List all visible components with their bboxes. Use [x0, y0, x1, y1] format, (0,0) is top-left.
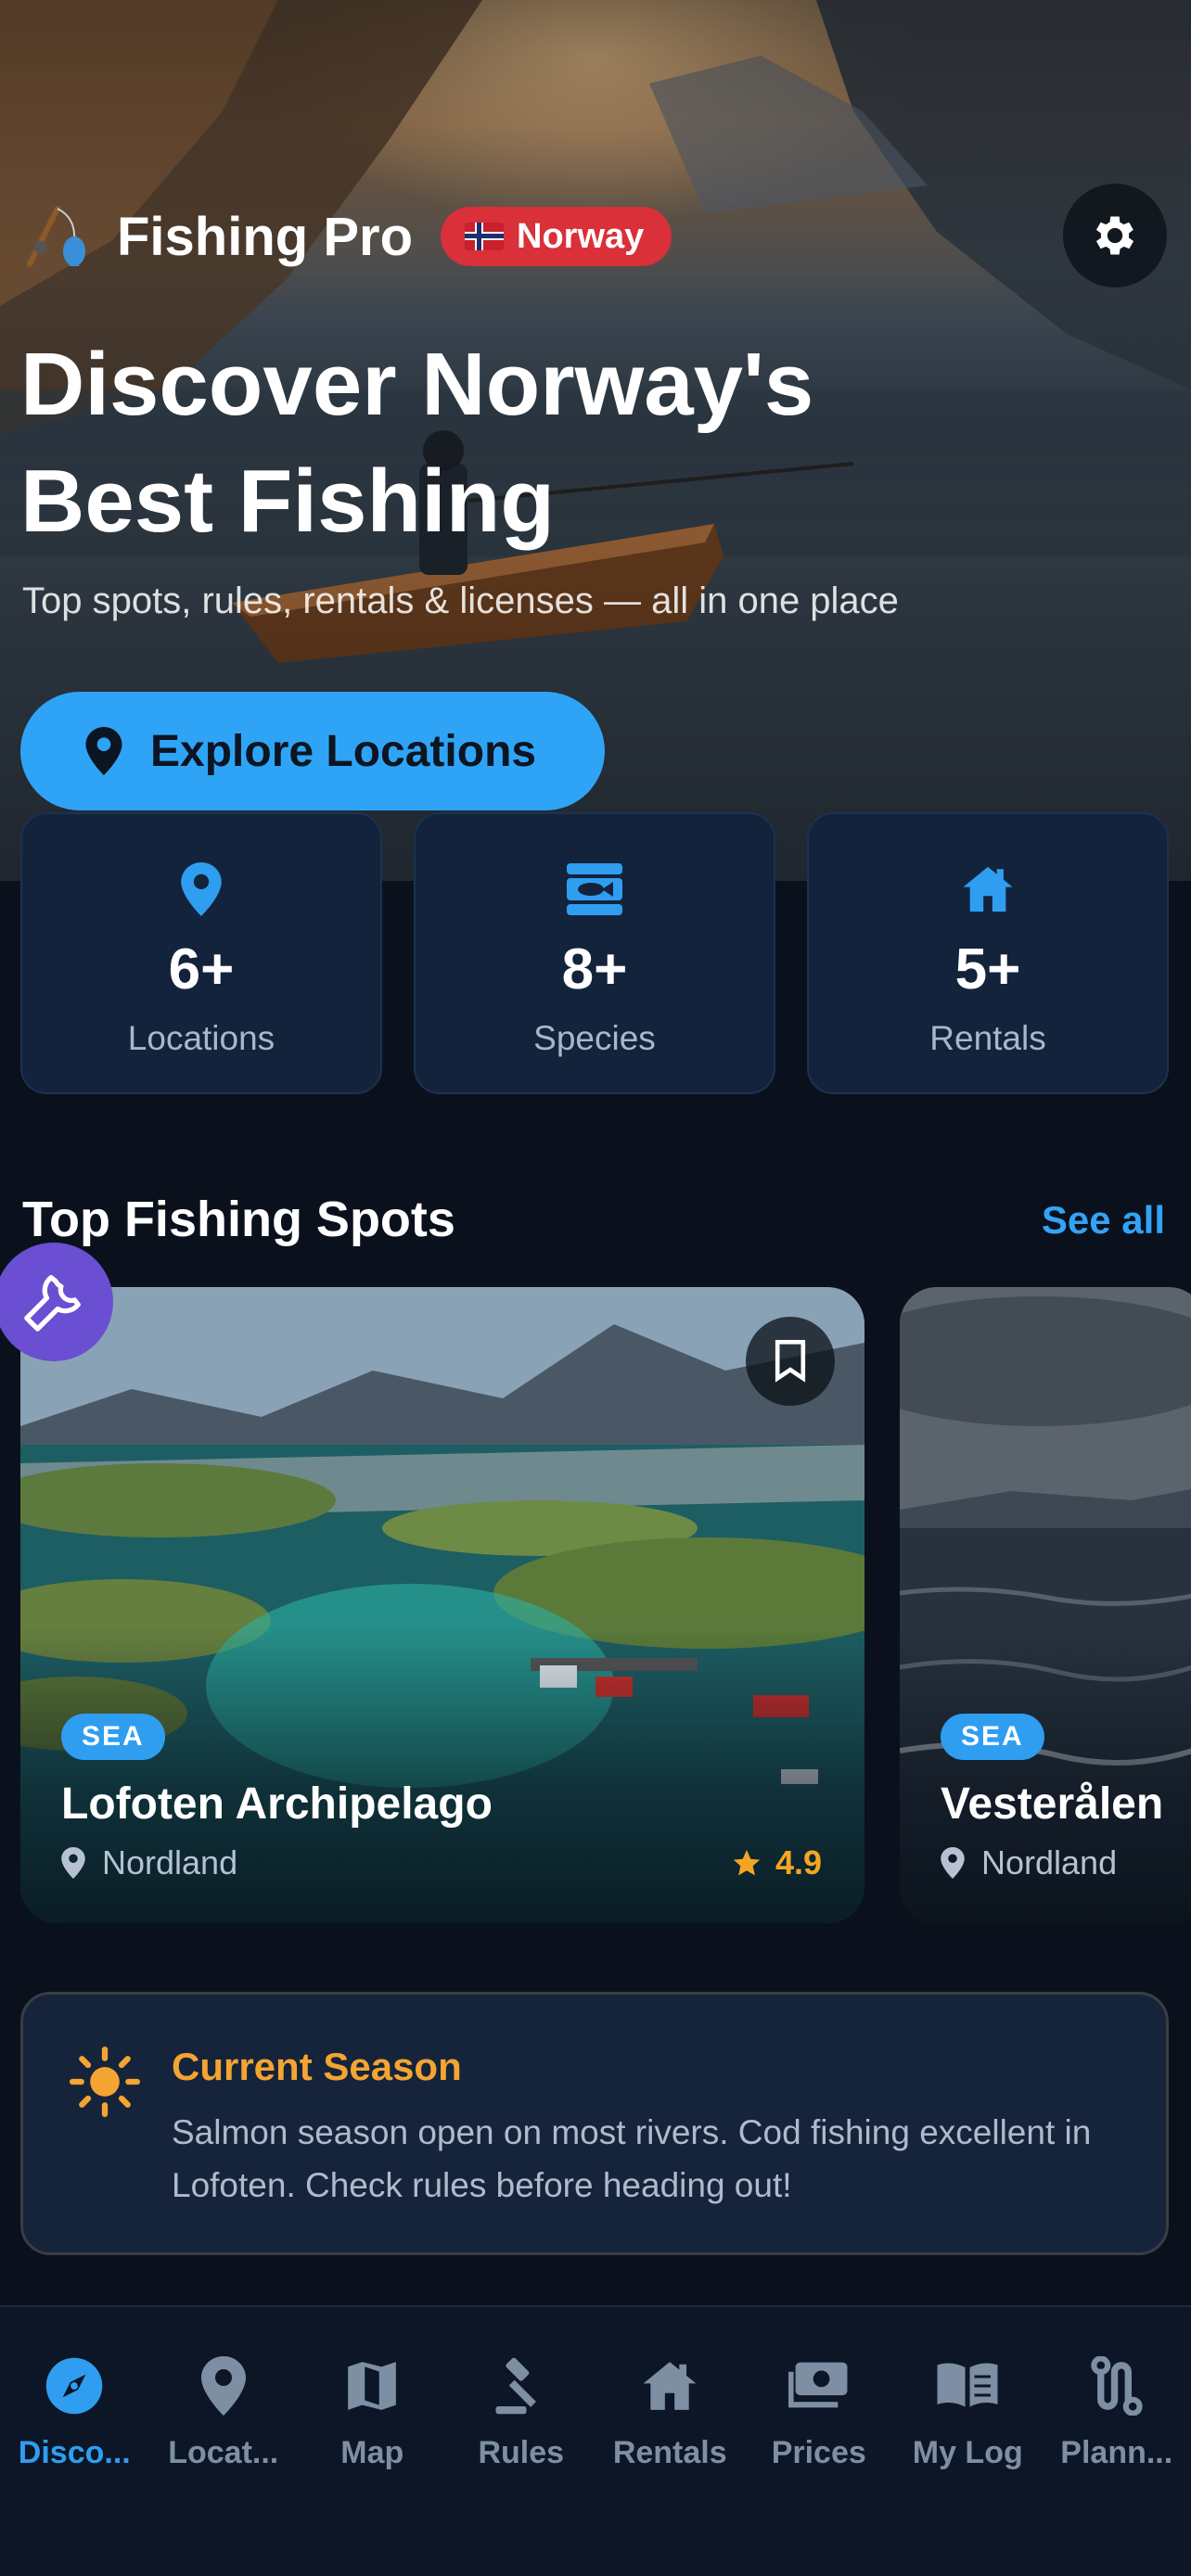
map-icon: [339, 2353, 404, 2418]
star-icon: [733, 1849, 761, 1876]
app-title: Fishing Pro: [117, 206, 413, 267]
spot-region: Nordland: [941, 1843, 1117, 1882]
tab-label: My Log: [912, 2435, 1023, 2470]
hero-title: Discover Norway's Best Fishing: [20, 335, 814, 551]
tab-label: Locat...: [168, 2435, 279, 2470]
book-icon: [935, 2353, 1000, 2418]
spot-region: Nordland: [61, 1843, 237, 1882]
location-pin-icon: [181, 862, 222, 916]
tab-map[interactable]: Map: [298, 2307, 447, 2493]
tab-rules[interactable]: Rules: [447, 2307, 596, 2493]
tab-label: Disco...: [18, 2435, 131, 2470]
season-title: Current Season: [172, 2045, 462, 2088]
spot-name: Lofoten Archipelago: [61, 1779, 493, 1829]
gear-icon: [1095, 216, 1134, 255]
stat-label: Species: [533, 1019, 656, 1057]
stat-value: 6+: [168, 937, 235, 1001]
tab-planner[interactable]: Plann...: [1043, 2307, 1191, 2493]
water-type-badge: SEA: [941, 1714, 1044, 1760]
tab-rentals[interactable]: Rentals: [596, 2307, 745, 2493]
sun-icon: [70, 2047, 140, 2117]
settings-button[interactable]: [1063, 184, 1167, 287]
section-title-top-spots: Top Fishing Spots: [22, 1192, 455, 1247]
tab-label: Plann...: [1060, 2435, 1173, 2470]
discover-screen: Fishing Pro Norway Discover Norway's Bes…: [0, 0, 1191, 2576]
location-pin-icon: [941, 1847, 965, 1879]
tab-label: Prices: [771, 2435, 866, 2470]
tab-label: Rules: [478, 2435, 565, 2470]
tab-discover[interactable]: Disco...: [0, 2307, 149, 2493]
tools-button[interactable]: [0, 1243, 113, 1361]
spot-rating-value: 4.9: [775, 1843, 822, 1881]
stat-label: Locations: [127, 1019, 275, 1057]
gavel-icon: [489, 2353, 554, 2418]
stat-card-species[interactable]: 8+ Species: [414, 812, 775, 1094]
spot-card[interactable]: SEA Vesterålen Nordland: [900, 1287, 1191, 1923]
explore-locations-button[interactable]: Explore Locations: [20, 692, 605, 810]
spot-rating: 4.9: [731, 1843, 822, 1882]
hero-subtitle: Top spots, rules, rentals & licenses — a…: [22, 580, 899, 621]
compass-icon: [42, 2353, 107, 2418]
fish-icon: [567, 863, 622, 915]
stat-value: 8+: [561, 937, 628, 1001]
money-icon: [787, 2353, 852, 2418]
tab-prices[interactable]: Prices: [745, 2307, 894, 2493]
see-all-link[interactable]: See all: [1042, 1198, 1165, 1243]
tab-label: Rentals: [612, 2435, 727, 2470]
route-icon: [1084, 2353, 1149, 2418]
country-label: Norway: [517, 216, 645, 256]
wrench-icon: [24, 1275, 81, 1332]
norway-flag-icon: [465, 223, 504, 250]
water-type-badge: SEA: [61, 1714, 165, 1760]
stat-card-rentals[interactable]: 5+ Rentals: [807, 812, 1169, 1094]
tab-label: Map: [340, 2435, 404, 2470]
app-header: Fishing Pro Norway: [20, 195, 672, 278]
stat-value: 5+: [954, 937, 1021, 1001]
location-pin-icon: [191, 2353, 256, 2418]
tab-my-log[interactable]: My Log: [893, 2307, 1043, 2493]
bookmark-icon: [775, 1340, 806, 1383]
house-icon: [637, 2353, 702, 2418]
spot-region-label: Nordland: [102, 1843, 238, 1881]
spot-name: Vesterålen: [941, 1779, 1164, 1829]
house-icon: [963, 866, 1013, 912]
stat-label: Rentals: [929, 1019, 1046, 1057]
spot-card[interactable]: SEA Lofoten Archipelago Nordland 4.9: [20, 1287, 864, 1923]
location-pin-icon: [61, 1847, 85, 1879]
explore-locations-label: Explore Locations: [150, 726, 537, 776]
fishing-rod-icon: [20, 199, 95, 274]
tab-locations[interactable]: Locat...: [149, 2307, 299, 2493]
spot-region-label: Nordland: [981, 1843, 1118, 1881]
season-description: Salmon season open on most rivers. Cod f…: [172, 2113, 1092, 2204]
stat-card-locations[interactable]: 6+ Locations: [20, 812, 382, 1094]
bookmark-button[interactable]: [746, 1317, 835, 1406]
stats-row: 6+ Locations 8+ Species 5+ Rentals: [20, 812, 1169, 1094]
bottom-tab-bar: Disco... Locat... Map Rules Rentals Pric…: [0, 2305, 1191, 2576]
location-pin-icon: [85, 727, 122, 775]
country-selector[interactable]: Norway: [441, 207, 672, 266]
current-season-card: Current Season Salmon season open on mos…: [20, 1992, 1169, 2255]
